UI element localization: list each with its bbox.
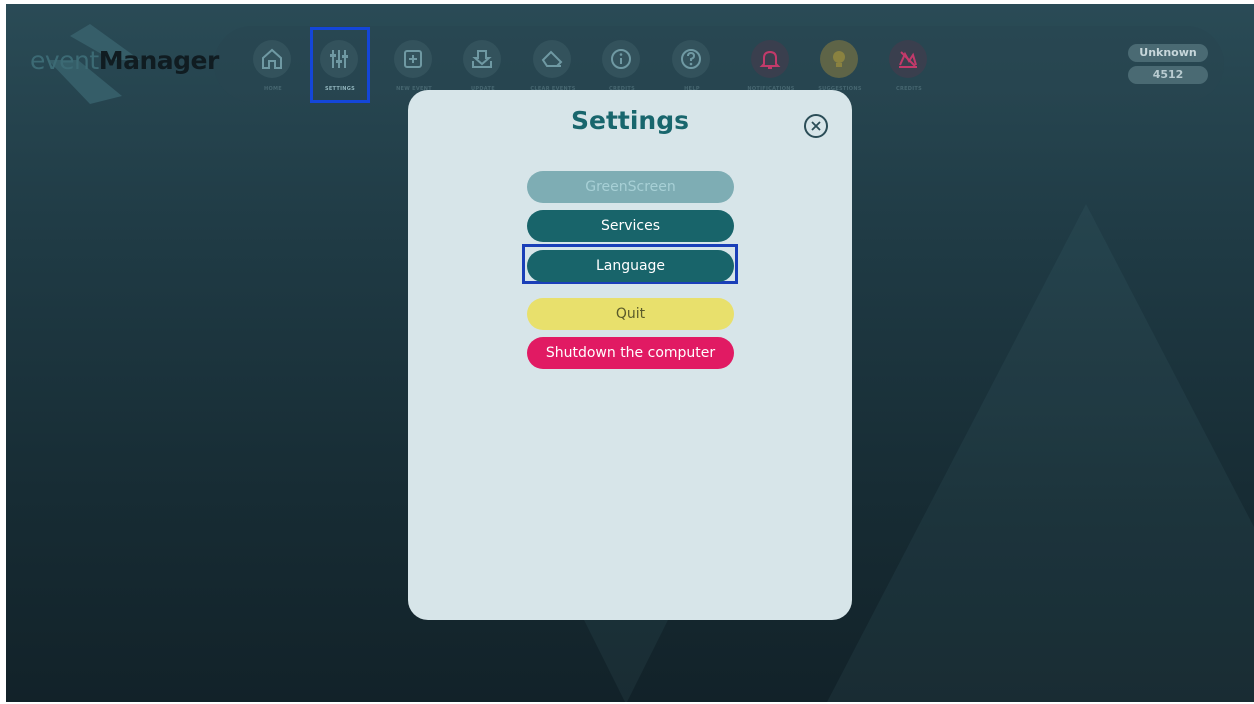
services-button[interactable]: Services (527, 210, 734, 242)
user-id-badge: 4512 (1128, 66, 1208, 84)
nav-credits-2-label: CREDITS (895, 86, 923, 92)
nav-settings[interactable]: SETTINGS (310, 27, 370, 103)
lightbulb-icon (820, 40, 858, 78)
plus-square-icon (394, 40, 432, 78)
greenscreen-button[interactable]: GreenScreen (527, 171, 734, 203)
eraser-icon (533, 40, 571, 78)
dialog-title: Settings (570, 106, 689, 135)
language-button[interactable]: Language (527, 250, 734, 282)
close-icon[interactable] (804, 114, 828, 138)
bell-icon (751, 40, 789, 78)
info-icon (602, 40, 640, 78)
home-icon (253, 40, 291, 78)
background-shape (826, 204, 1254, 702)
signature-icon (889, 40, 927, 78)
nav-home[interactable]: HOME (246, 30, 300, 100)
settings-dialog: Settings GreenScreen Services Language Q… (408, 90, 852, 620)
user-name-badge: Unknown (1128, 44, 1208, 62)
sliders-icon (320, 40, 358, 78)
nav-home-label: HOME (263, 86, 283, 92)
shutdown-button[interactable]: Shutdown the computer (527, 337, 734, 369)
question-icon (672, 40, 710, 78)
nav-credits-2[interactable]: CREDITS (882, 30, 936, 100)
download-icon (463, 40, 501, 78)
quit-button[interactable]: Quit (527, 298, 734, 330)
user-info: Unknown 4512 (1128, 44, 1208, 88)
nav-settings-label: SETTINGS (324, 86, 356, 92)
